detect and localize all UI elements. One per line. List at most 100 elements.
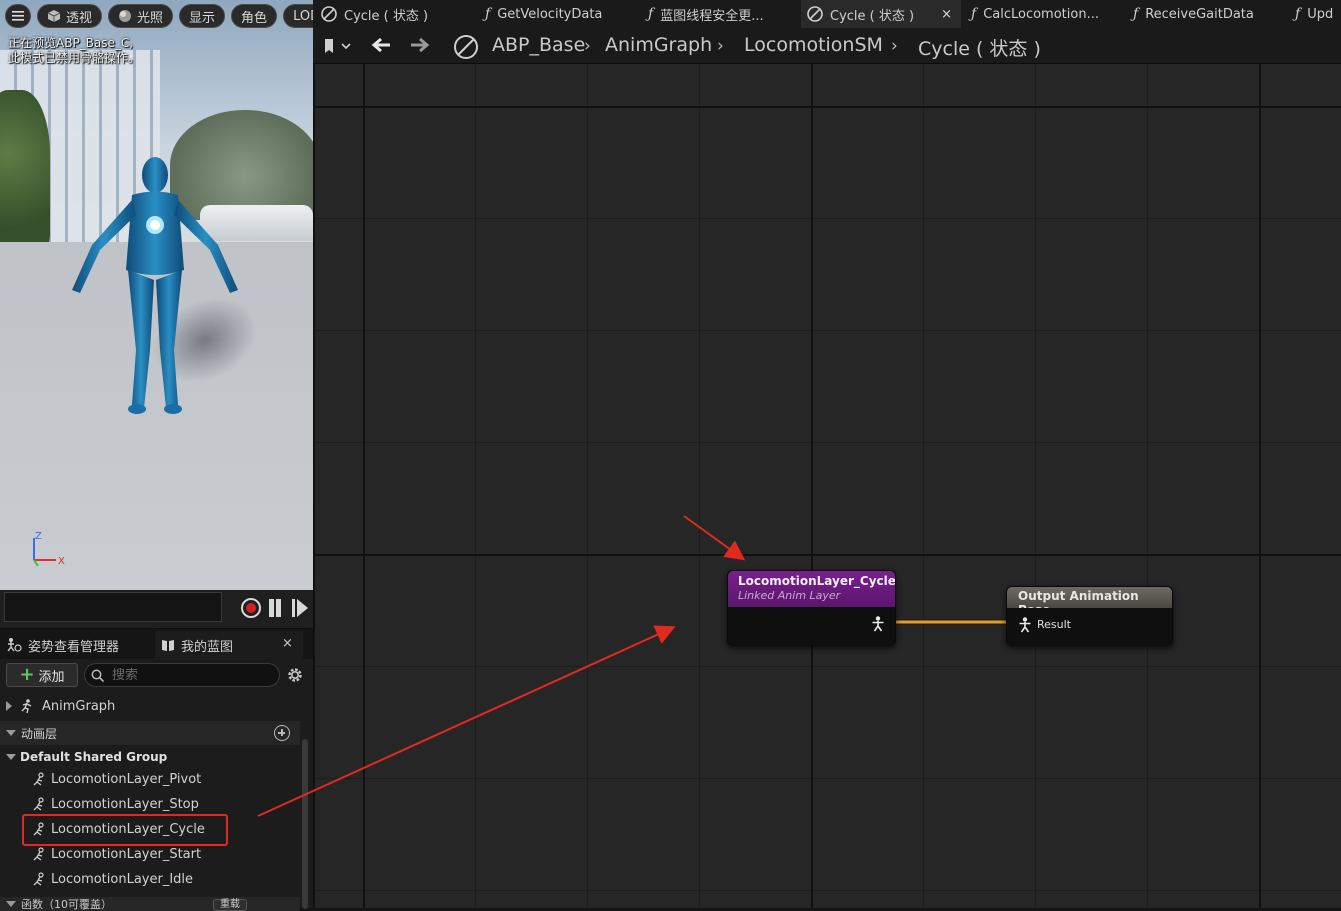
function-icon: ƒ xyxy=(485,6,491,22)
group-default-shared[interactable]: Default Shared Group xyxy=(0,745,300,769)
pose-input-pin-icon[interactable] xyxy=(1018,617,1032,633)
breadcrumb-separator: › xyxy=(891,36,898,56)
override-button[interactable]: 重载 xyxy=(213,899,247,911)
tab-label: Cycle ( 状态 ) xyxy=(344,8,429,24)
function-icon: ƒ xyxy=(648,6,654,22)
layer-label-pivot: LocomotionLayer_Pivot xyxy=(51,771,202,787)
breadcrumb-animgraph[interactable]: AnimGraph xyxy=(605,34,712,56)
plus-icon: + xyxy=(19,664,35,685)
cube-icon xyxy=(47,10,61,22)
search-input[interactable] xyxy=(110,666,260,684)
pause-button[interactable] xyxy=(267,599,283,617)
preview-viewport[interactable]: 透视 光照 显示 角色 LOD 正在预览ABP_Base_C, 此模式已禁用骨骼… xyxy=(0,0,313,590)
breadcrumb-cycle-state[interactable]: Cycle ( 状态 ) xyxy=(918,34,1041,61)
anim-layer-icon xyxy=(33,872,44,886)
tab-calc-locomotion[interactable]: ƒ CalcLocomotion... xyxy=(971,0,1099,28)
lit-sphere-icon xyxy=(119,10,132,22)
linked-anim-layer-node[interactable]: LocomotionLayer_Cycle Linked Anim Layer xyxy=(727,570,896,646)
axis-x-label: X xyxy=(58,556,65,567)
layer-label-cycle: LocomotionLayer_Cycle xyxy=(51,821,205,837)
tab-cycle-state-1[interactable]: Cycle ( 状态 ) xyxy=(321,0,428,28)
layer-item-start[interactable]: LocomotionLayer_Start xyxy=(0,842,300,866)
character-button[interactable]: 角色 xyxy=(231,4,278,28)
layer-item-stop[interactable]: LocomotionLayer_Stop xyxy=(0,792,300,816)
tab-label: 蓝图线程安全更... xyxy=(660,8,764,24)
breadcrumb-locomotion-sm[interactable]: LocomotionSM xyxy=(744,34,883,56)
breadcrumb-root[interactable]: ABP_Base xyxy=(492,34,585,56)
pose-watch-icon xyxy=(7,638,22,652)
animgraph-label: AnimGraph xyxy=(42,698,116,714)
pose-output-pin-icon[interactable] xyxy=(871,616,885,632)
anim-graph-canvas[interactable] xyxy=(313,64,1341,908)
layer-item-cycle[interactable]: LocomotionLayer_Cycle xyxy=(0,817,300,841)
search-icon xyxy=(91,669,104,682)
anim-layer-icon xyxy=(33,822,44,836)
node-header: LocomotionLayer_Cycle Linked Anim Layer xyxy=(728,571,895,607)
tab-receive-gait-data[interactable]: ƒ ReceiveGaitData xyxy=(1133,0,1254,28)
perspective-button[interactable]: 透视 xyxy=(37,4,103,28)
add-button[interactable]: + 添加 xyxy=(6,663,78,687)
preview-note-line2: 此模式已禁用骨骼操作。 xyxy=(8,51,141,65)
result-pin-label: Result xyxy=(1037,618,1071,631)
node-header: Output Animation Pose xyxy=(1007,587,1172,617)
tab-thread-safe-update[interactable]: ƒ 蓝图线程安全更... xyxy=(648,0,764,28)
layer-item-idle[interactable]: LocomotionLayer_Idle xyxy=(0,867,300,891)
state-icon xyxy=(321,6,337,22)
back-arrow-icon[interactable] xyxy=(371,37,391,53)
lod-label: LOD xyxy=(293,8,313,24)
show-button[interactable]: 显示 xyxy=(179,4,226,28)
lighting-button[interactable]: 光照 xyxy=(108,4,174,28)
add-anim-layer-icon[interactable] xyxy=(274,725,290,741)
tab-blueprint-label: 我的蓝图 xyxy=(181,639,234,655)
tab-get-velocity-data[interactable]: ƒ GetVelocityData xyxy=(485,0,602,28)
viewport-toolbar: 透视 光照 显示 角色 LOD xyxy=(0,4,313,28)
layer-label-start: LocomotionLayer_Start xyxy=(51,846,202,862)
layer-label-stop: LocomotionLayer_Stop xyxy=(51,796,199,812)
state-graph-icon xyxy=(454,35,478,59)
bookmark-dropdown-icon[interactable] xyxy=(323,38,351,54)
node-subtitle: Linked Anim Layer xyxy=(738,589,841,602)
collapse-arrow-icon xyxy=(6,754,16,760)
section-functions[interactable]: 函数（10可覆盖） xyxy=(0,897,300,911)
my-blueprint-panel: 姿势查看管理器 我的蓝图 × + 添加 AnimGraph 动画层 xyxy=(0,628,313,911)
hamburger-icon xyxy=(12,11,24,21)
breadcrumb-separator: › xyxy=(717,36,724,56)
viewport-menu-button[interactable] xyxy=(5,4,31,28)
panel-tabs: 姿势查看管理器 我的蓝图 × xyxy=(0,629,313,659)
pose-wire xyxy=(896,619,1008,625)
anim-layer-icon xyxy=(33,772,44,786)
tab-update[interactable]: ƒ Upd xyxy=(1295,0,1333,28)
step-forward-button[interactable] xyxy=(291,599,309,617)
section-anim-layers[interactable]: 动画层 xyxy=(0,721,300,745)
close-panel-icon[interactable]: × xyxy=(282,636,293,651)
tab-label: Upd xyxy=(1307,6,1334,22)
tab-my-blueprint[interactable]: 我的蓝图 xyxy=(155,631,303,659)
running-figure-icon xyxy=(21,699,32,713)
layer-item-pivot[interactable]: LocomotionLayer_Pivot xyxy=(0,767,300,791)
tree-item-animgraph[interactable]: AnimGraph xyxy=(0,694,300,718)
layer-label-idle: LocomotionLayer_Idle xyxy=(51,871,194,887)
timeline-field[interactable] xyxy=(4,592,222,622)
record-button[interactable] xyxy=(241,598,261,618)
panel-scrollbar[interactable] xyxy=(302,739,308,909)
forward-arrow-icon[interactable] xyxy=(410,37,430,53)
axis-z-label: Z xyxy=(35,531,42,542)
viewport-trees-left xyxy=(0,90,50,250)
tab-label: Cycle ( 状态 ) xyxy=(830,8,915,24)
breadcrumb-bar: ABP_Base › AnimGraph › LocomotionSM › Cy… xyxy=(313,28,1341,64)
expand-arrow-icon xyxy=(6,701,12,711)
anim-layer-icon xyxy=(33,847,44,861)
state-icon xyxy=(807,6,823,22)
tab-cycle-state-active[interactable]: Cycle ( 状态 ) × xyxy=(801,0,961,28)
close-tab-icon[interactable]: × xyxy=(941,7,952,22)
perspective-label: 透视 xyxy=(66,10,93,26)
lod-button[interactable]: LOD xyxy=(283,4,313,28)
show-label: 显示 xyxy=(189,10,216,26)
anim-layer-icon xyxy=(33,797,44,811)
gear-icon[interactable] xyxy=(286,666,304,684)
output-animation-pose-node[interactable]: Output Animation Pose Result xyxy=(1006,586,1173,646)
function-icon: ƒ xyxy=(1295,6,1301,22)
lighting-label: 光照 xyxy=(137,10,164,26)
tab-pose-watch-manager[interactable]: 姿势查看管理器 xyxy=(6,631,119,659)
node-body: Result xyxy=(1007,608,1172,645)
